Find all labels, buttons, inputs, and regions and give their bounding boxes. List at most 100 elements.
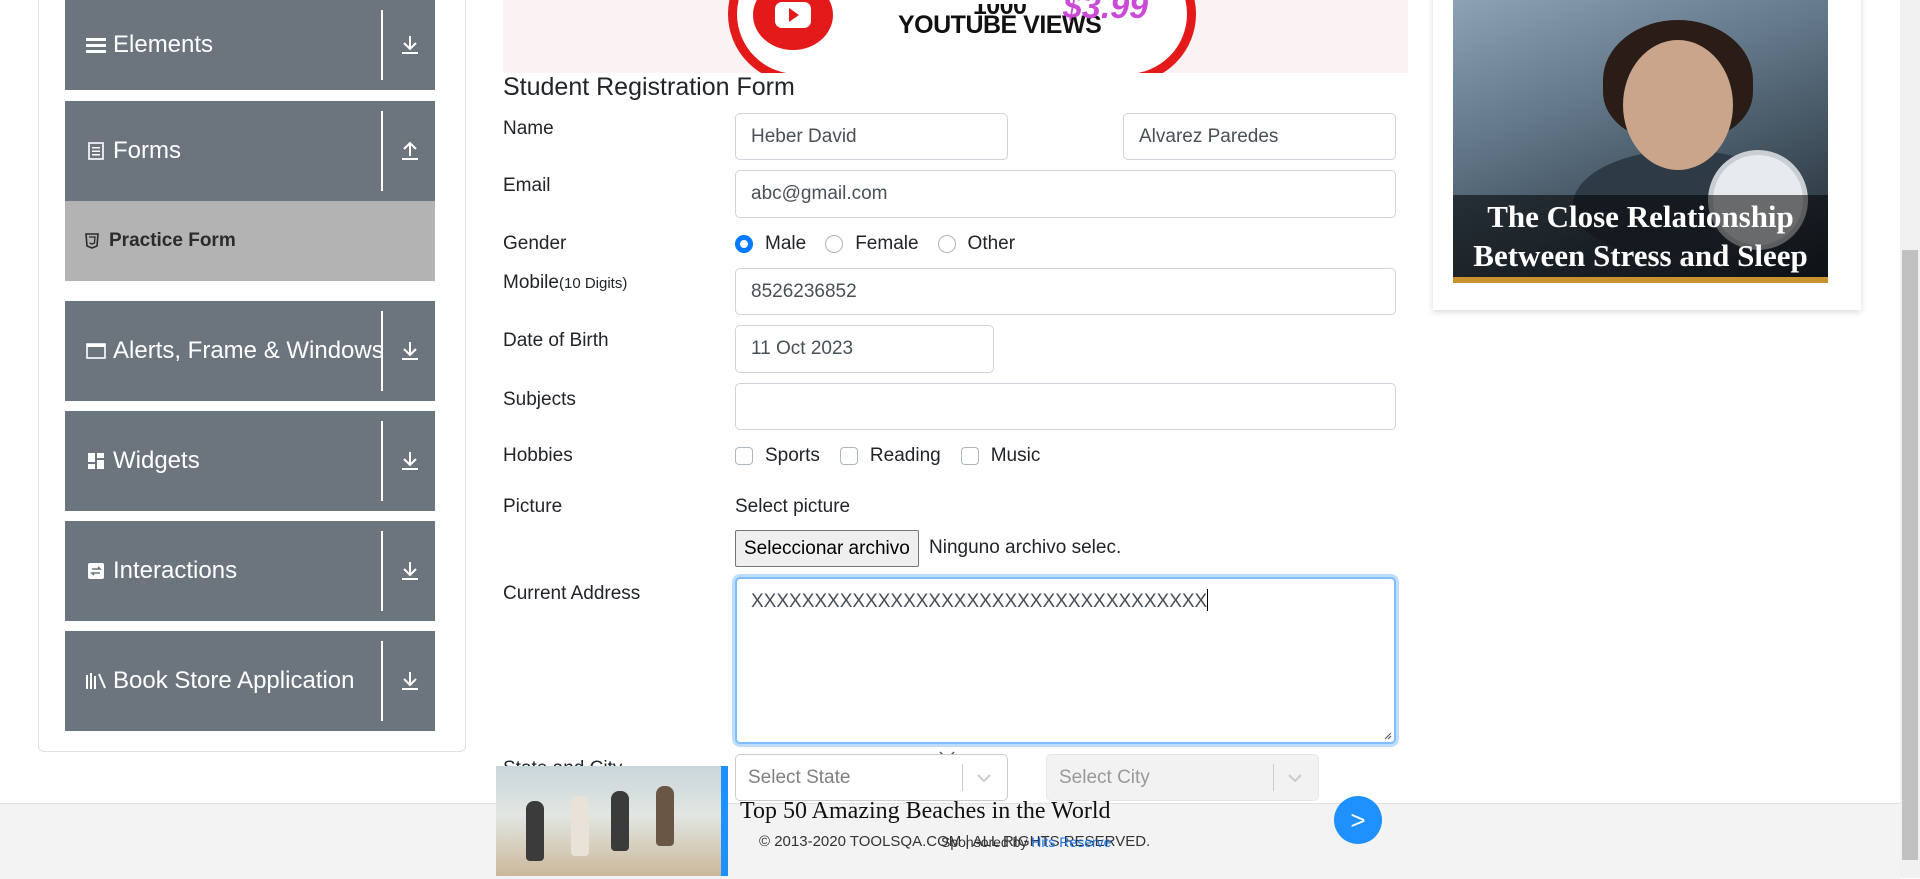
last-name-input[interactable]: Alvarez Paredes [1123,113,1396,160]
gender-male-option[interactable]: Male [735,233,806,255]
ad-photo [496,766,724,876]
mobile-input[interactable]: 8526236852 [735,268,1396,315]
caption-bar [1453,277,1828,283]
hobby-sports-option[interactable]: Sports [735,445,820,467]
ad-accent-bar [721,766,728,876]
sidebar-group-alerts[interactable]: Alerts, Frame & Windows [65,301,435,401]
mobile-hint: (10 Digits) [558,275,628,292]
divider [381,421,383,501]
checkbox-reading[interactable] [839,447,858,465]
download-arrow-icon[interactable] [395,556,425,586]
sidebar-group-interactions[interactable]: Interactions [65,521,435,621]
caption-line: The Close Relationship [1487,199,1794,234]
document-icon [85,140,107,162]
checkbox-label: Sports [765,445,820,466]
divider [381,111,383,191]
gender-female-option[interactable]: Female [825,233,919,255]
select-picture-text: Select picture [735,496,851,517]
sidebar-group-elements[interactable]: Elements [65,0,435,90]
divider [381,10,383,80]
ad-image: The Close Relationship Between Stress an… [1453,0,1828,283]
caption-line: Between Stress and Sleep [1473,238,1808,273]
divider [962,764,963,791]
chevron-down-icon[interactable] [975,769,993,787]
picture-label: Picture [503,496,563,517]
address-value: XXXXXXXXXXXXXXXXXXXXXXXXXXXXXXXXXXXX [751,591,1208,612]
upload-arrow-icon[interactable] [395,136,425,166]
sidebar-group-widgets[interactable]: Widgets [65,411,435,511]
interactions-icon [85,560,107,582]
file-status: Ninguno archivo selec. [929,537,1122,558]
checkbox-sports[interactable] [735,447,753,465]
download-arrow-icon[interactable] [395,666,425,696]
hobby-music-option[interactable]: Music [960,445,1040,467]
gender-label: Gender [503,233,567,254]
ad-caption: The Close Relationship Between Stress an… [1453,195,1828,277]
widgets-icon [85,450,107,472]
subjects-label: Subjects [503,389,576,410]
ad-go-button[interactable]: > [1334,796,1382,844]
email-label: Email [503,175,551,196]
sidebar-group-label: Book Store Application [113,667,355,694]
city-select[interactable]: Select City [1046,754,1319,801]
radio-label: Other [967,233,1016,254]
download-arrow-icon[interactable] [395,336,425,366]
mobile-label: Mobile(10 Digits) [503,272,627,294]
state-placeholder: Select State [748,766,851,788]
sidebar-group-label: Widgets [113,447,200,474]
sidebar-group-label: Forms [113,137,181,164]
person-shape [656,786,674,846]
banner-ad[interactable]: 1000 YOUTUBE VIEWS $3.99 [503,0,1408,73]
radio-label: Male [765,233,807,254]
first-name-input[interactable]: Heber David [735,113,1008,160]
divider [1273,764,1274,791]
sidebar-group-book-store[interactable]: Book Store Application [65,631,435,731]
radio-label: Female [855,233,919,254]
download-arrow-icon[interactable] [395,446,425,476]
name-label: Name [503,118,554,139]
sidebar-group-label: Elements [113,31,214,58]
sidebar-group-forms[interactable]: Forms [65,101,435,201]
divider [381,531,383,611]
gender-other-option[interactable]: Other [937,233,1016,255]
banner-price: $3.99 [1063,0,1149,26]
gender-radio-group: Male Female Other [735,233,1034,255]
hobbies-label: Hobbies [503,445,573,466]
choose-file-button[interactable]: Seleccionar archivo [735,530,919,567]
city-placeholder: Select City [1059,766,1150,788]
sidebar-ad[interactable]: The Close Relationship Between Stress an… [1433,0,1861,310]
face-shape [1623,40,1733,170]
sidebar-item-label: Practice Form [109,230,236,251]
current-address-textarea[interactable]: XXXXXXXXXXXXXXXXXXXXXXXXXXXXXXXXXXXX [735,577,1396,744]
divider [381,311,383,391]
chevron-down-icon[interactable] [1286,769,1304,787]
window-icon [85,340,107,362]
books-icon [85,670,107,692]
divider [381,641,383,721]
ad-sponsor: Sponsored by Hits Reserve [941,834,1111,850]
radio-other[interactable] [937,235,956,253]
checkbox-music[interactable] [960,447,979,465]
menu-icon [85,34,107,56]
sponsor-name[interactable]: Hits Reserve [1031,834,1111,850]
radio-female[interactable] [825,235,844,253]
radio-male[interactable] [735,235,753,253]
dob-input[interactable]: 11 Oct 2023 [735,325,994,373]
state-select[interactable]: Select State [735,754,1008,801]
current-address-label: Current Address [503,583,641,604]
hobby-reading-option[interactable]: Reading [839,445,941,467]
download-arrow-icon[interactable] [395,30,425,60]
ad-headline[interactable]: Top 50 Amazing Beaches in the World [740,798,1111,825]
sidebar-item-practice-form[interactable]: Practice Form [65,201,435,281]
resize-handle-icon[interactable] [1382,730,1392,740]
sponsor-prefix: Sponsored by [941,834,1032,850]
page-title: Student Registration Form [503,73,795,101]
text-caret [1207,589,1209,611]
email-input[interactable]: abc@gmail.com [735,170,1396,218]
subjects-input[interactable] [735,383,1396,430]
scrollbar-thumb[interactable] [1902,250,1918,860]
person-shape [611,791,629,851]
sidebar-group-label: Alerts, Frame & Windows [113,337,384,364]
dob-label: Date of Birth [503,330,609,351]
checkbox-label: Reading [869,445,941,466]
